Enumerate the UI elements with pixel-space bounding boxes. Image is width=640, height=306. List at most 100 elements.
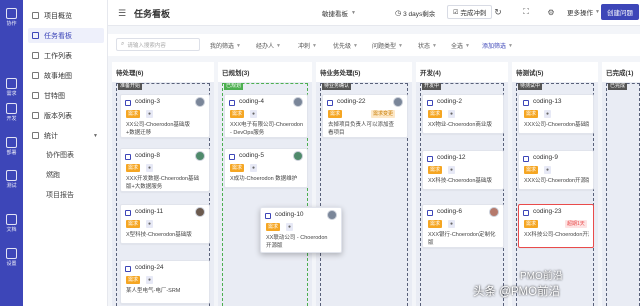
status-badge: ● bbox=[250, 110, 258, 118]
gear-icon[interactable]: ⚙ bbox=[544, 5, 558, 19]
nav-item-board[interactable]: 任务看板 bbox=[28, 28, 104, 43]
issue-card-coding-8[interactable]: coding-8 需求 ● XXX开发数据-Choerodon基础 版+大数据服… bbox=[120, 148, 210, 192]
rail-dev[interactable]: 开发 bbox=[0, 103, 23, 122]
add-filter-button[interactable]: 添加筛选 ▼ bbox=[482, 40, 513, 51]
issue-type-tag: 需求 bbox=[230, 110, 245, 118]
filter-sprint[interactable]: 冲刺 ▼ bbox=[298, 40, 317, 51]
issue-title-cont: 版+大数据服务 bbox=[126, 184, 163, 190]
filter-priority[interactable]: 优先级 ▼ bbox=[333, 40, 358, 51]
issue-title: X型科技-Choerodon基础版 bbox=[126, 232, 192, 238]
issue-card-coding-12[interactable]: coding-12 需求 ● XX科技-Choerodon基础版 bbox=[422, 150, 504, 190]
issue-card-coding-13[interactable]: coding-13 需求 ● XXX公司-Choerodon基础版 bbox=[518, 94, 594, 134]
nav-sub-report[interactable]: 项目报告 bbox=[46, 190, 74, 200]
doc-icon bbox=[6, 214, 17, 225]
issue-id: coding-2 bbox=[437, 98, 462, 105]
checkbox-icon bbox=[427, 156, 433, 162]
swimlane-label: 待测试中 bbox=[518, 83, 543, 90]
issue-card-coding-10-dragging[interactable]: coding-10 需求 ● XX联动公司 - Choerodon 开源版 bbox=[260, 207, 342, 253]
nav-item-overview[interactable]: 项目概览 bbox=[28, 8, 104, 23]
filter-status[interactable]: 状态 ▼ bbox=[418, 40, 437, 51]
checkbox-icon bbox=[265, 213, 271, 219]
filter-label: 问题类型 bbox=[372, 44, 397, 50]
issue-card-coding-2[interactable]: coding-2 需求 ● XX物业-Choerodon商业版 bbox=[422, 94, 504, 134]
issue-title: XXX银行-Choerodon定制化 bbox=[428, 232, 496, 238]
issue-id: coding-13 bbox=[533, 98, 562, 105]
issue-card-coding-5[interactable]: coding-5 需求 ● X成功-Choerodon 数据维护 bbox=[224, 148, 308, 188]
nav-item-gantt[interactable]: 甘特图 bbox=[28, 88, 104, 103]
fullscreen-icon[interactable]: ⛶ bbox=[519, 5, 533, 19]
more-actions-button[interactable]: 更多操作 ▼ bbox=[567, 5, 600, 19]
issue-title: XXX公司-Choerodon基础版 bbox=[524, 122, 589, 128]
filter-label: 全选 bbox=[451, 44, 464, 50]
rail-label: 开发 bbox=[6, 116, 17, 122]
overview-icon bbox=[32, 12, 39, 19]
status-badge: ● bbox=[146, 110, 154, 118]
issue-card-coding-9[interactable]: coding-9 需求 ● XXX公司-Choerodon开源版 bbox=[518, 150, 594, 190]
filter-all[interactable]: 全选 ▼ bbox=[451, 40, 470, 51]
rail-test[interactable]: 测试 bbox=[0, 170, 23, 189]
refresh-icon[interactable]: ↻ bbox=[491, 5, 505, 19]
swimlane-label: 已规划 bbox=[224, 83, 244, 90]
filter-issue-type[interactable]: 问题类型 ▼ bbox=[372, 40, 403, 51]
issue-id: coding-10 bbox=[275, 211, 304, 218]
nav-sub-collab-chart[interactable]: 协作图表 bbox=[46, 150, 74, 160]
issue-type-tag: 需求 bbox=[266, 223, 281, 231]
complete-sprint-button[interactable]: ☑ 完成冲刺 bbox=[447, 5, 493, 19]
rail-deploy[interactable]: 部署 bbox=[0, 137, 23, 156]
rail-doc[interactable]: 文档 bbox=[0, 214, 23, 233]
issue-card-coding-22[interactable]: coding-22 需求 需求变更 去掉项目负责人可以添加查 看项目 bbox=[322, 94, 408, 138]
issue-title: XX科技公司-Choerodon开源版 bbox=[524, 232, 589, 238]
version-icon bbox=[32, 112, 39, 119]
nav-sub-burndown[interactable]: 燃跑 bbox=[46, 170, 60, 180]
issue-title: XX联动公司 - Choerodon bbox=[266, 235, 328, 241]
deploy-icon bbox=[6, 137, 17, 148]
issue-type-tag: 需求 bbox=[126, 220, 141, 228]
filter-label: 冲刺 bbox=[298, 44, 311, 50]
code-icon bbox=[6, 103, 17, 114]
create-issue-button[interactable]: 创建问题 bbox=[601, 4, 639, 20]
column-biz-pending: 待业务处理(5) 待业务确认 coding-22 需求 需求变更 去掉项目负责人… bbox=[316, 62, 412, 306]
swimlane-label: 开发中 bbox=[422, 83, 442, 90]
issue-id: coding-11 bbox=[135, 208, 164, 215]
issue-card-coding-4[interactable]: coding-4 需求 ● XXX电子有限公司-Choerodon - DevO… bbox=[224, 94, 308, 138]
issue-card-coding-24[interactable]: coding-24 需求 ● 某人型电气-电厂-SRM bbox=[120, 260, 210, 304]
issue-card-coding-3[interactable]: coding-3 需求 ● XX公司-Choerodon基础版 +数据迁移 bbox=[120, 94, 210, 138]
issue-id: coding-5 bbox=[239, 152, 264, 159]
rail-label: 需求 bbox=[6, 91, 17, 97]
issue-type-tag: 需求 bbox=[524, 166, 539, 174]
rail-collab[interactable]: 协作 bbox=[0, 8, 23, 27]
rail-settings[interactable]: 设置 bbox=[0, 248, 23, 267]
issue-id: coding-4 bbox=[239, 98, 264, 105]
rail-requirement[interactable]: 需求 bbox=[0, 78, 23, 97]
issue-type-tag: 需求 bbox=[126, 110, 141, 118]
gantt-icon bbox=[32, 92, 39, 99]
checkbox-icon bbox=[427, 210, 433, 216]
nav-item-versions[interactable]: 版本列表 bbox=[28, 108, 104, 123]
nav-item-worklist[interactable]: 工作列表 bbox=[28, 48, 104, 63]
checkbox-icon bbox=[125, 154, 131, 160]
checkbox-icon bbox=[327, 100, 333, 106]
issue-title-cont: - DevOps服务 bbox=[230, 130, 265, 136]
chevron-down-icon: ▼ bbox=[276, 42, 281, 49]
change-badge: 需求变更 bbox=[371, 110, 396, 118]
chevron-down-icon: ▼ bbox=[353, 42, 358, 49]
filter-mine[interactable]: 我的筛选 ▼ bbox=[210, 40, 241, 51]
app-rail: 协作 需求 开发 部署 测试 文档 设置 bbox=[0, 0, 23, 306]
menu-icon[interactable]: ☰ bbox=[118, 8, 126, 19]
issue-title: XX科技-Choerodon基础版 bbox=[428, 178, 492, 184]
nav-label: 甘特图 bbox=[44, 92, 65, 100]
issue-type-tag: 需求 bbox=[328, 110, 343, 118]
settings-icon bbox=[6, 248, 17, 259]
nav-item-storymap[interactable]: 故事地图 bbox=[28, 68, 104, 83]
filter-assignee[interactable]: 经办人 ▼ bbox=[256, 40, 281, 51]
issue-card-coding-23[interactable]: coding-23 需求 超期1天 XX科技公司-Choerodon开源版 bbox=[518, 204, 594, 248]
search-input[interactable]: ⌕ 请输入搜索内容 bbox=[116, 38, 200, 51]
board-select[interactable]: 敏捷看板 ▼ bbox=[322, 7, 356, 18]
issue-card-coding-6[interactable]: coding-6 需求 ● XXX银行-Choerodon定制化 版 bbox=[422, 204, 504, 248]
checkbox-icon bbox=[125, 266, 131, 272]
board-select-value: 敏捷看板 bbox=[322, 10, 348, 18]
nav-item-stats[interactable]: 统计 ▼ bbox=[28, 128, 104, 143]
issue-card-coding-11[interactable]: coding-11 需求 ● X型科技-Choerodon基础版 bbox=[120, 204, 210, 244]
issue-id: coding-23 bbox=[533, 208, 562, 215]
issue-type-tag: 需求 bbox=[524, 110, 539, 118]
